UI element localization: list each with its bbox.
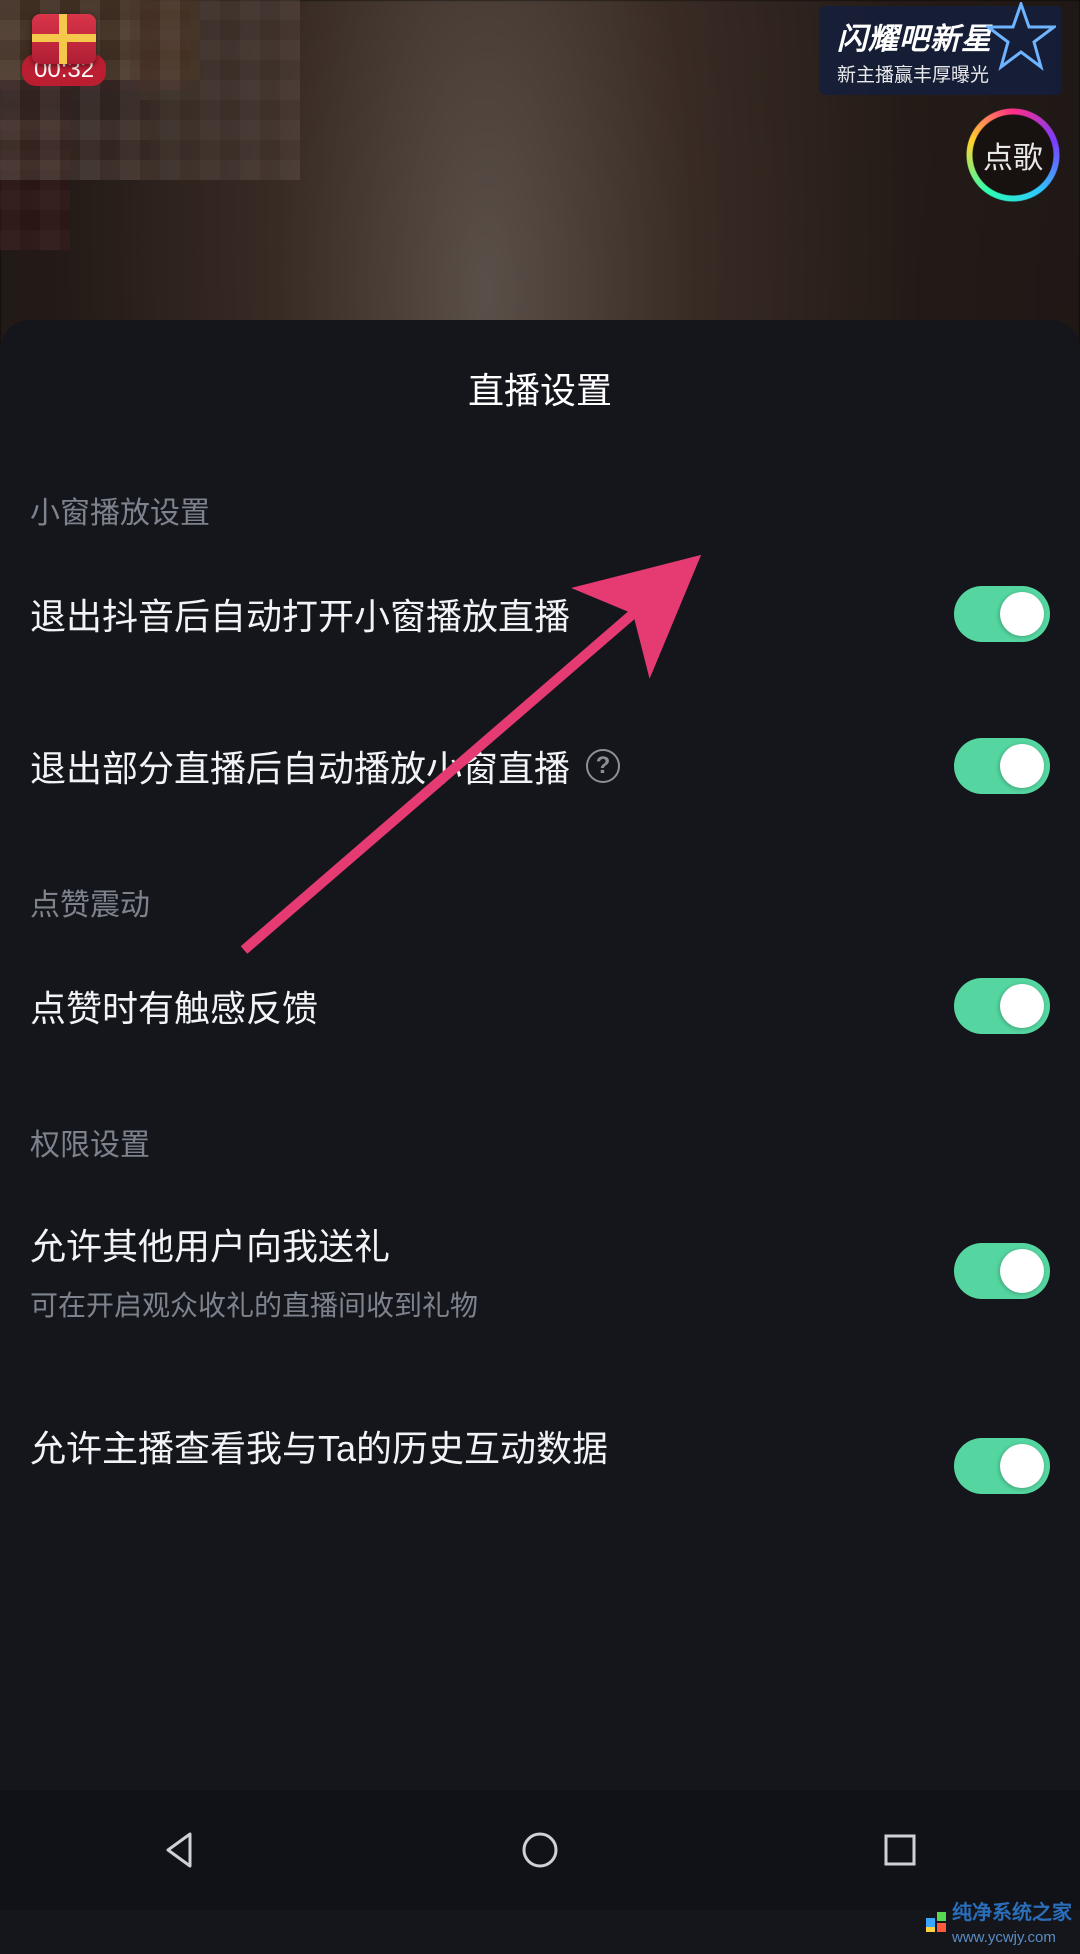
promo-banner[interactable]: 闪耀吧新星 新主播赢丰厚曝光 (819, 6, 1062, 95)
toggle-allow-history[interactable] (954, 1438, 1050, 1494)
nav-recents-button[interactable] (874, 1824, 926, 1876)
watermark: 纯净系统之家 www.ycwjy.com (926, 1896, 1072, 1948)
row-allow-gifts[interactable]: 允许其他用户向我送礼 可在开启观众收礼的直播间收到礼物 (0, 1170, 1080, 1372)
row-like-haptic[interactable]: 点赞时有触感反馈 (0, 930, 1080, 1082)
watermark-url: www.ycwjy.com (952, 1929, 1056, 1946)
song-request-label: 点歌 (983, 133, 1043, 177)
triangle-back-icon (158, 1828, 202, 1872)
section-label-pip: 小窗播放设置 (0, 450, 1080, 538)
row-pip-exit-room[interactable]: 退出部分直播后自动播放小窗直播 ? (0, 690, 1080, 842)
section-label-permission: 权限设置 (0, 1082, 1080, 1170)
nav-back-button[interactable] (154, 1824, 206, 1876)
square-recents-icon (878, 1828, 922, 1872)
toggle-like-haptic[interactable] (954, 978, 1050, 1034)
android-navbar (0, 1790, 1080, 1910)
row-title: 退出抖音后自动打开小窗播放直播 (30, 588, 570, 640)
circle-home-icon (518, 1828, 562, 1872)
section-label-like: 点赞震动 (0, 842, 1080, 930)
row-pip-exit-app[interactable]: 退出抖音后自动打开小窗播放直播 (0, 538, 1080, 690)
watermark-logo-icon (926, 1912, 946, 1932)
song-request-button[interactable]: 点歌 (970, 112, 1056, 198)
row-title: 点赞时有触感反馈 (30, 980, 318, 1032)
toggle-pip-exit-app[interactable] (954, 586, 1050, 642)
row-allow-history[interactable]: 允许主播查看我与Ta的历史互动数据 (0, 1372, 1080, 1520)
watermark-text: 纯净系统之家 (952, 1902, 1072, 1924)
toggle-allow-gifts[interactable] (954, 1243, 1050, 1299)
promo-title: 闪耀吧新星 (837, 14, 992, 58)
row-title: 退出部分直播后自动播放小窗直播 (30, 740, 570, 792)
help-icon[interactable]: ? (586, 749, 620, 783)
row-title: 允许主播查看我与Ta的历史互动数据 (30, 1420, 608, 1472)
sheet-title: 直播设置 (0, 320, 1080, 450)
row-subtitle: 可在开启观众收礼的直播间收到礼物 (30, 1284, 1050, 1324)
live-duration-badge[interactable]: 00:32 (22, 14, 106, 86)
toggle-pip-exit-room[interactable] (954, 738, 1050, 794)
live-settings-sheet: 直播设置 小窗播放设置 退出抖音后自动打开小窗播放直播 退出部分直播后自动播放小… (0, 320, 1080, 1954)
gift-box-icon (32, 14, 96, 64)
promo-star-icon (986, 2, 1056, 72)
row-title: 允许其他用户向我送礼 (30, 1218, 1050, 1270)
promo-subtitle: 新主播赢丰厚曝光 (837, 60, 992, 87)
nav-home-button[interactable] (514, 1824, 566, 1876)
